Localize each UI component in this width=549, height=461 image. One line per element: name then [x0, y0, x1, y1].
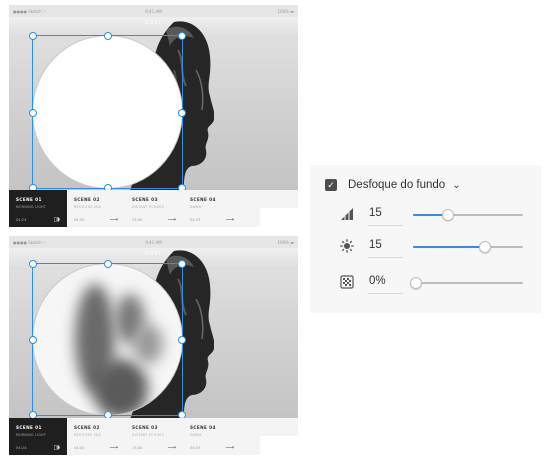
- scene-card[interactable]: SCENE 02 RESTLESS SEA 04:45 ⟶: [67, 190, 125, 227]
- scene-subtitle: DISTANT ECHOES: [132, 433, 165, 437]
- brightness-slider[interactable]: [413, 241, 523, 253]
- scene-subtitle: RESTLESS SEA: [74, 205, 101, 209]
- blur-amount-slider[interactable]: [413, 209, 523, 221]
- enable-blur-checkbox[interactable]: ✓: [325, 179, 337, 191]
- resize-handle-top[interactable]: [104, 32, 112, 40]
- scene-duration: 13:40: [132, 218, 143, 222]
- mockup-solid: ●●●● Sketch ⌔ 9:41 AM 100% ▬ ODEL SCENE …: [9, 5, 298, 227]
- scene-duration: 04:24: [16, 446, 27, 450]
- scene-title: SCENE 03: [132, 425, 158, 430]
- selection-frame[interactable]: [29, 32, 186, 192]
- scene-bar: SCENE 01 MORNING LIGHT 04:24 ▯◗ SCENE 02…: [9, 418, 298, 455]
- background-blur-panel: ✓ Desfoque do fundo ⌄ 15 15 0%: [310, 165, 541, 313]
- blur-type-label[interactable]: Desfoque do fundo: [348, 179, 445, 191]
- resize-handle-left[interactable]: [29, 109, 37, 117]
- arrow-right-icon[interactable]: ⟶: [109, 216, 118, 223]
- play-icon[interactable]: ▯◗: [54, 216, 60, 223]
- scene-title: SCENE 01: [16, 425, 42, 430]
- resize-handle-right[interactable]: [178, 109, 186, 117]
- scene-duration: 04:25: [190, 446, 201, 450]
- scene-card[interactable]: SCENE 03 DISTANT ECHOES 13:40 ⟶: [125, 190, 183, 227]
- noise-icon: [340, 275, 354, 289]
- noise-value[interactable]: 0%: [369, 275, 386, 287]
- scene-subtitle: MORNING LIGHT: [16, 205, 47, 209]
- arrow-right-icon[interactable]: ⟶: [225, 444, 234, 451]
- resize-handle-top-left[interactable]: [29, 32, 37, 40]
- play-icon[interactable]: ▯◗: [54, 444, 60, 451]
- slider-handle[interactable]: [442, 209, 455, 221]
- scene-subtitle: RESTLESS SEA: [74, 433, 101, 437]
- scene-placeholder: [260, 436, 298, 455]
- scene-card[interactable]: SCENE 02 RESTLESS SEA 04:45 ⟶: [67, 418, 125, 455]
- scene-title: SCENE 04: [190, 197, 216, 202]
- brightness-value[interactable]: 15: [369, 239, 382, 251]
- scene-duration: 04:24: [16, 218, 27, 222]
- noise-row: 0%: [340, 273, 530, 294]
- blur-amount-row: 15: [340, 205, 530, 226]
- scene-subtitle: DISTANT ECHOES: [132, 205, 165, 209]
- scene-card[interactable]: SCENE 01 MORNING LIGHT 04:24 ▯◗: [9, 418, 67, 455]
- scene-card[interactable]: SCENE 01 MORNING LIGHT 04:24 ▯◗: [9, 190, 67, 227]
- arrow-right-icon[interactable]: ⟶: [109, 444, 118, 451]
- resize-handle-top-right[interactable]: [178, 32, 186, 40]
- scene-subtitle: MORNING LIGHT: [16, 433, 47, 437]
- noise-slider[interactable]: [410, 277, 523, 289]
- scene-duration: 13:40: [132, 446, 143, 450]
- chevron-down-icon[interactable]: ⌄: [452, 180, 460, 191]
- scene-title: SCENE 01: [16, 197, 42, 202]
- blur-amount-icon: [341, 208, 353, 220]
- resize-handle-right[interactable]: [178, 336, 186, 344]
- scene-card[interactable]: SCENE 04 DAWN 04:23 ⟶: [183, 190, 241, 227]
- scene-subtitle: DAWN: [190, 205, 202, 209]
- blur-amount-value[interactable]: 15: [369, 207, 382, 219]
- resize-handle-left[interactable]: [29, 336, 37, 344]
- scene-card[interactable]: SCENE 04 DAWN 04:25 ⟶: [183, 418, 241, 455]
- brightness-row: 15: [340, 237, 530, 258]
- resize-handle-top-left[interactable]: [29, 260, 37, 268]
- resize-handle-top-right[interactable]: [178, 260, 186, 268]
- scene-subtitle: DAWN: [190, 433, 202, 437]
- scene-card[interactable]: SCENE 03 DISTANT ECHOES 13:40 ⟶: [125, 418, 183, 455]
- slider-handle[interactable]: [410, 277, 423, 289]
- arrow-right-icon[interactable]: ⟶: [225, 216, 234, 223]
- scene-placeholder: [260, 208, 298, 227]
- scene-duration: 04:45: [74, 446, 85, 450]
- status-battery: 100% ▬: [277, 9, 295, 14]
- selection-frame[interactable]: [29, 260, 186, 419]
- brightness-icon: [340, 239, 354, 253]
- arrow-right-icon[interactable]: ⟶: [167, 216, 176, 223]
- scene-title: SCENE 03: [132, 197, 158, 202]
- arrow-right-icon[interactable]: ⟶: [167, 444, 176, 451]
- mockup-blurred: ●●●● Sketch ⌔ 9:41 AM 100% ▬ ODEL SCENE …: [9, 236, 298, 455]
- blur-panel-header: ✓ Desfoque do fundo ⌄: [325, 179, 461, 191]
- status-battery: 100% ▬: [277, 240, 295, 245]
- scene-title: SCENE 02: [74, 425, 100, 430]
- scene-duration: 04:23: [190, 218, 201, 222]
- resize-handle-top[interactable]: [104, 260, 112, 268]
- scene-bar: SCENE 01 MORNING LIGHT 04:24 ▯◗ SCENE 02…: [9, 190, 298, 227]
- scene-title: SCENE 04: [190, 425, 216, 430]
- slider-handle[interactable]: [478, 241, 491, 253]
- scene-duration: 04:45: [74, 218, 85, 222]
- scene-title: SCENE 02: [74, 197, 100, 202]
